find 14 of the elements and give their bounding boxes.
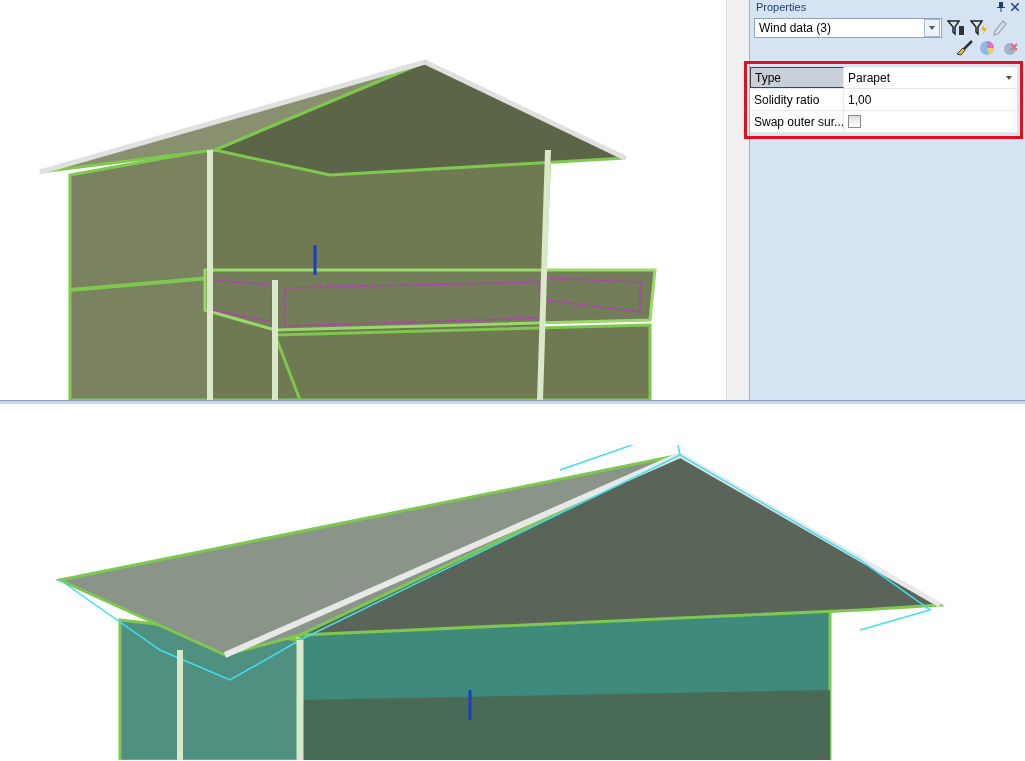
close-icon[interactable] [1011,3,1019,11]
pin-icon[interactable] [997,2,1005,12]
property-label[interactable]: Type [750,67,844,88]
splitter-bar[interactable] [726,0,749,400]
caret-icon [929,26,935,30]
property-value[interactable]: 1,00 [848,92,1017,107]
filter-lightning-icon[interactable] [970,20,988,36]
checkbox[interactable] [848,115,861,128]
object-selector[interactable]: Wind data (3) [754,18,942,38]
property-value[interactable]: Parapet [848,70,1006,85]
panel-title: Properties [756,1,808,13]
filter-list-icon[interactable] [947,20,965,36]
brush-icon[interactable] [955,40,973,56]
caret-icon[interactable] [1006,75,1012,80]
